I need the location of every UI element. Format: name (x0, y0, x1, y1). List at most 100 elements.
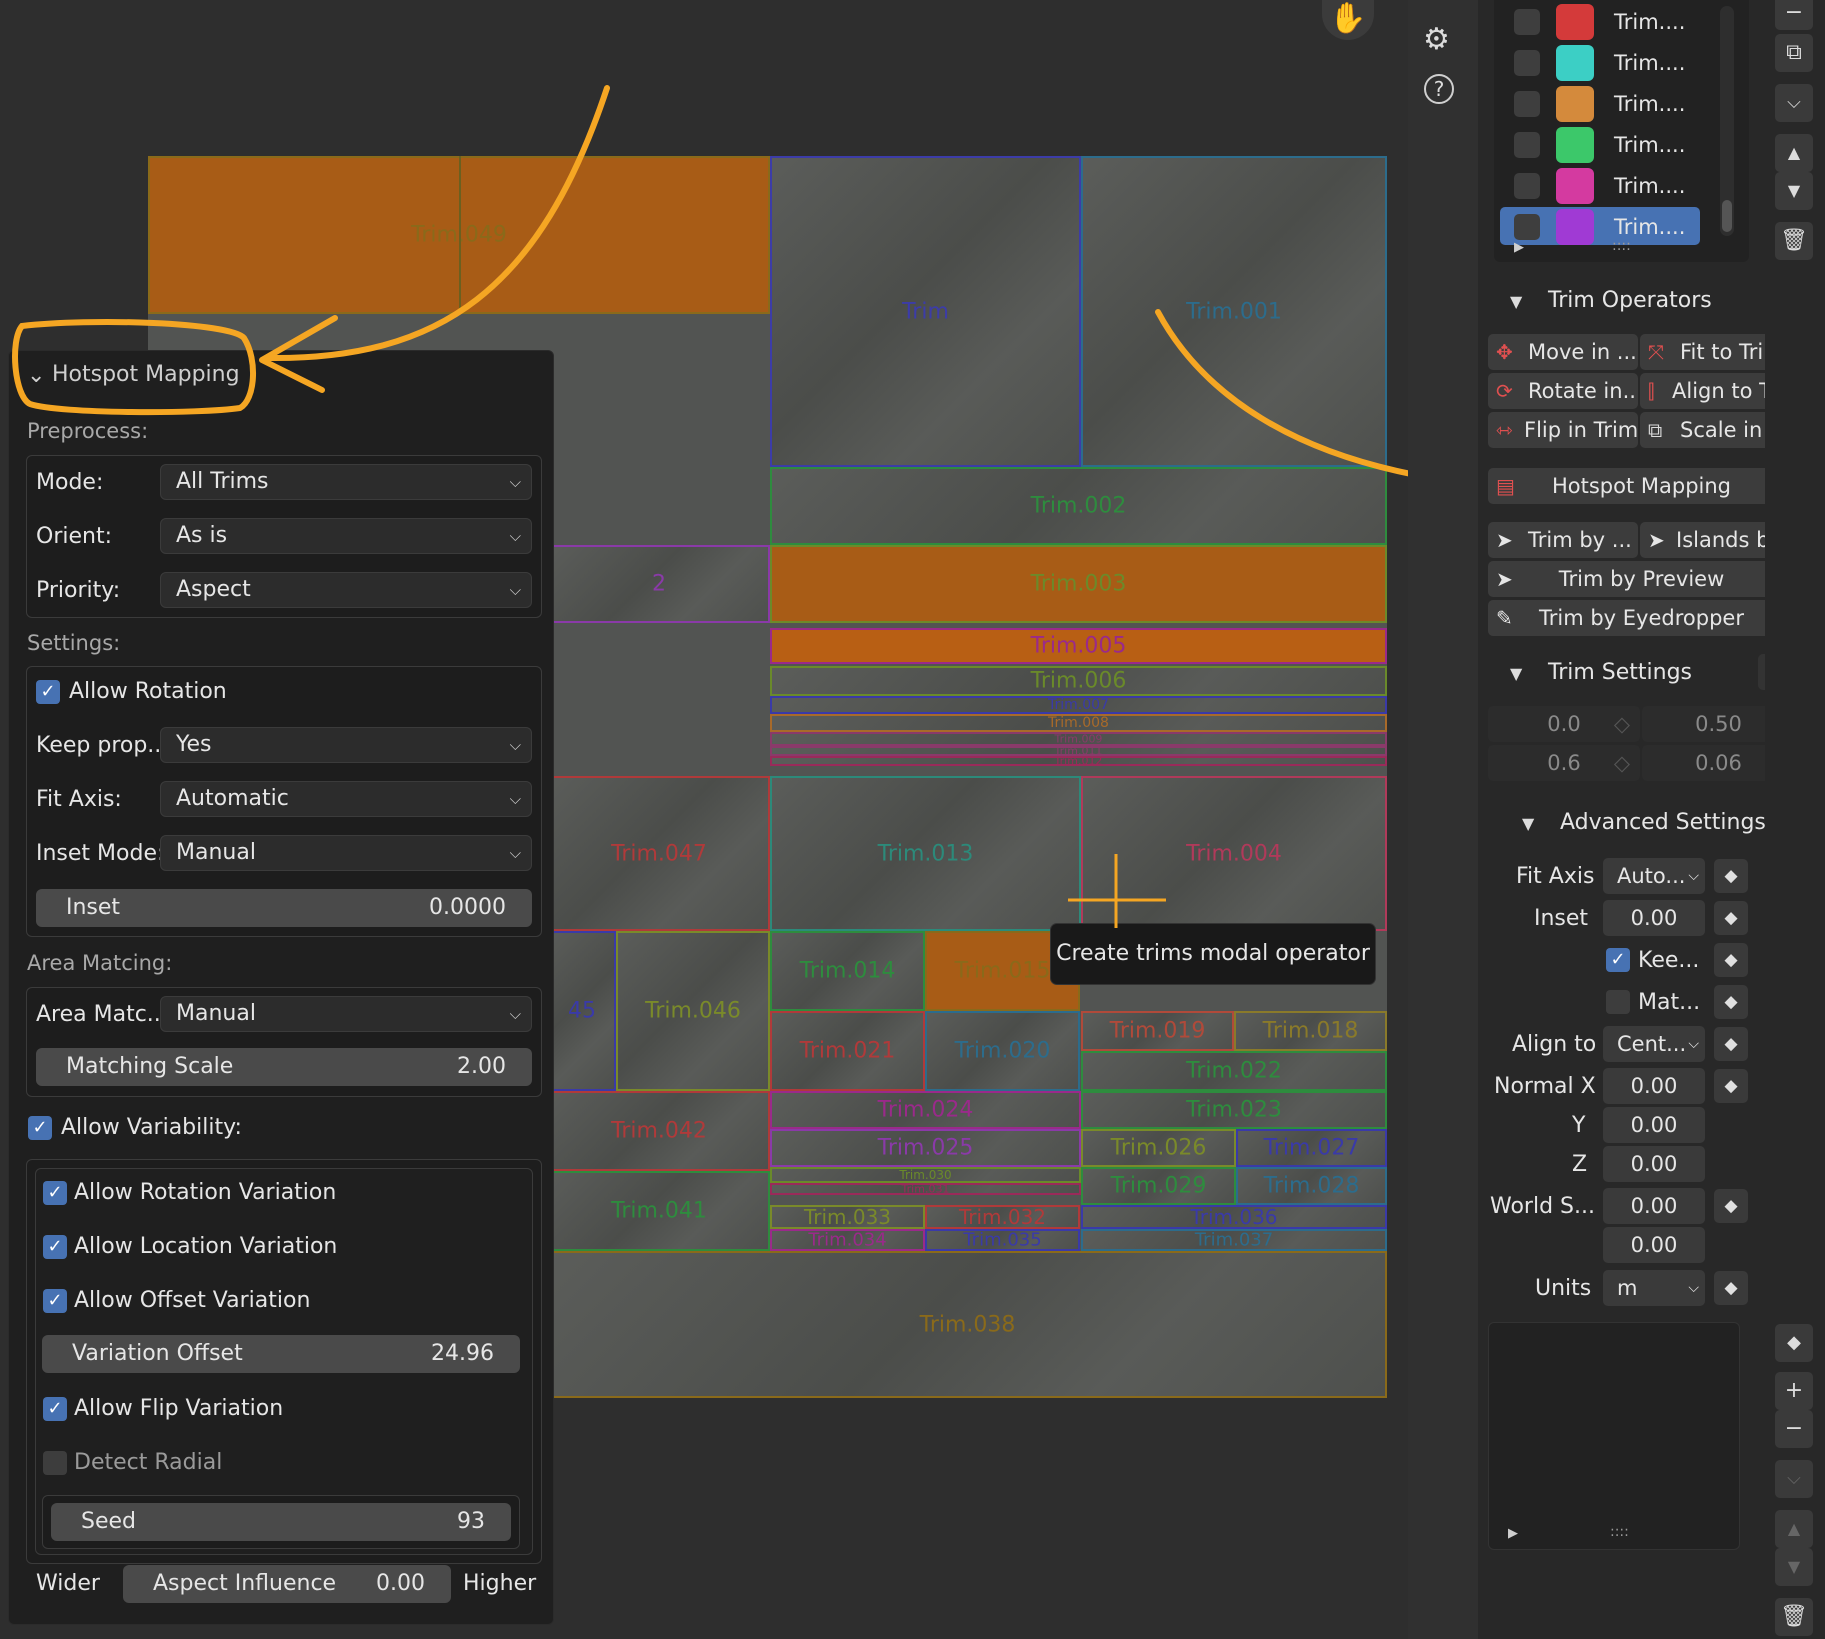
trim-rect[interactable]: Trim.009 (770, 732, 1387, 746)
trim-rect[interactable]: Trim.029 (1081, 1167, 1236, 1205)
trim-rect[interactable]: Trim.001 (1081, 156, 1387, 467)
trim-by-eyedropper-button[interactable]: ✎ Trim by Eyedropper (1488, 600, 1795, 636)
move-up-icon[interactable]: ▲ (1775, 1510, 1813, 1548)
mode-dropdown[interactable]: All Trims ⌵ (160, 464, 532, 500)
triangle-down-icon[interactable]: ▼ (1522, 814, 1534, 833)
trim-visibility-checkbox[interactable] (1514, 214, 1540, 240)
trim-visibility-checkbox[interactable] (1514, 9, 1540, 35)
fit-axis-dropdown[interactable]: Auto... ⌵ (1603, 858, 1705, 894)
minus-button[interactable]: − (1775, 1410, 1813, 1448)
trim-rect[interactable]: Trim.022 (1081, 1051, 1387, 1091)
trash-icon[interactable]: 🗑 (1775, 1598, 1813, 1636)
trim-rect[interactable]: Trim.034 (770, 1229, 925, 1251)
triangle-down-icon[interactable]: ▼ (1510, 664, 1522, 683)
flip-variation-checkbox[interactable]: ✓ (43, 1397, 67, 1421)
inset-field[interactable]: Inset 0.0000 (36, 889, 532, 927)
trim-rect[interactable]: Trim.024 (770, 1091, 1081, 1129)
inset-field[interactable]: 0.00 (1603, 900, 1705, 936)
keyframe-diamond-icon[interactable]: ◆ (1714, 1027, 1748, 1061)
trim-rect[interactable]: Trim.004 (1081, 776, 1387, 931)
trim-color-swatch[interactable] (1556, 209, 1594, 245)
trim-rect[interactable]: Trim.023 (1081, 1091, 1387, 1129)
expand-triangle-icon[interactable]: ▶ (1514, 240, 1524, 255)
allow-variability-checkbox[interactable]: ✓ (28, 1116, 52, 1140)
trim-color-swatch[interactable] (1556, 45, 1594, 81)
world-scale-field-2[interactable]: 0.00 (1603, 1227, 1705, 1263)
trim-rect[interactable]: 2 (548, 545, 770, 623)
variation-offset-field[interactable]: Variation Offset 24.96 (42, 1335, 520, 1373)
trim-list-item-label[interactable]: Trim.... (1614, 10, 1685, 34)
gear-icon[interactable]: ⚙ (1423, 22, 1450, 57)
keyframe-diamond-icon[interactable]: ◆ (1714, 943, 1748, 977)
rotation-variation-checkbox[interactable]: ✓ (43, 1181, 67, 1205)
resize-handle[interactable]: :::: (1610, 1524, 1629, 1540)
trim-color-swatch[interactable] (1556, 168, 1594, 204)
trim-rect[interactable]: Trim (770, 156, 1081, 467)
plus-button[interactable]: + (1775, 1372, 1813, 1410)
trim-rect[interactable]: Trim.020 (925, 1011, 1080, 1091)
scrollbar-thumb[interactable] (1722, 200, 1732, 232)
inset-mode-dropdown[interactable]: Manual ⌵ (160, 835, 532, 871)
fit-axis-dropdown[interactable]: Automatic ⌵ (160, 781, 532, 817)
priority-dropdown[interactable]: Aspect ⌵ (160, 572, 532, 608)
area-match-dropdown[interactable]: Manual ⌵ (160, 996, 532, 1032)
trim-rect[interactable]: Trim.003 (770, 545, 1387, 623)
trim-rect[interactable]: Trim.032 (925, 1205, 1080, 1229)
align-to-dropdown[interactable]: Cent... ⌵ (1603, 1026, 1705, 1062)
trim-settings-title[interactable]: Trim Settings (1548, 660, 1692, 685)
empty-list[interactable] (1488, 1322, 1740, 1550)
trim-rect[interactable]: Trim.012 (770, 756, 1387, 766)
trim-list-item-label[interactable]: Trim.... (1614, 92, 1685, 116)
minus-button[interactable]: − (1775, 0, 1813, 30)
trim-visibility-checkbox[interactable] (1514, 91, 1540, 117)
orient-dropdown[interactable]: As is ⌵ (160, 518, 532, 554)
flip-in-trim-button[interactable]: ⇿ Flip in Trim (1488, 412, 1638, 448)
keyframe-diamond-icon[interactable]: ◆ (1714, 1189, 1748, 1223)
trim-rect[interactable]: Trim.025 (770, 1129, 1081, 1167)
move-in-trim-button[interactable]: ✥ Move in ... (1488, 334, 1638, 370)
trim-color-swatch[interactable] (1556, 86, 1594, 122)
allow-rotation-checkbox[interactable]: ✓ (36, 680, 60, 704)
normal-z-field[interactable]: 0.00 (1603, 1146, 1705, 1182)
trim-setting-field[interactable]: 0.6 ◇ (1488, 745, 1640, 781)
trim-list-item-label[interactable]: Trim.... (1614, 133, 1685, 157)
move-down-icon[interactable]: ▼ (1775, 172, 1813, 210)
trim-rect[interactable]: Trim.026 (1081, 1129, 1236, 1167)
detect-radial-checkbox[interactable] (43, 1451, 67, 1475)
trim-rect[interactable]: Trim.018 (1234, 1011, 1387, 1051)
chevron-down-icon[interactable]: ⌵ (1775, 84, 1813, 122)
chevron-down-icon[interactable]: ⌵ (1775, 1460, 1813, 1498)
offset-variation-checkbox[interactable]: ✓ (43, 1289, 67, 1313)
world-scale-field-1[interactable]: 0.00 (1603, 1188, 1705, 1224)
trash-icon[interactable]: 🗑 (1775, 222, 1813, 260)
trim-list-item-label[interactable]: Trim.... (1614, 174, 1685, 198)
aspect-influence-field[interactable]: Aspect Influence 0.00 (123, 1565, 451, 1603)
expand-triangle-icon[interactable]: ▶ (1508, 1526, 1518, 1541)
trim-rect[interactable]: Trim.030 (770, 1167, 1081, 1183)
pan-hand-icon[interactable]: ✋ (1322, 0, 1374, 40)
move-down-icon[interactable]: ▼ (1775, 1548, 1813, 1586)
trim-color-swatch[interactable] (1556, 127, 1594, 163)
trim-rect[interactable]: Trim.007 (770, 696, 1387, 714)
collapse-chevron-icon[interactable]: ⌄ (27, 363, 45, 388)
units-dropdown[interactable]: m ⌵ (1603, 1270, 1705, 1306)
trim-visibility-checkbox[interactable] (1514, 173, 1540, 199)
trim-list-item-label[interactable]: Trim.... (1614, 51, 1685, 75)
trim-rect[interactable]: 45 (548, 931, 616, 1091)
trim-rect[interactable]: Trim.002 (770, 467, 1387, 545)
trim-rect[interactable]: Trim.041 (548, 1171, 770, 1251)
help-icon[interactable]: ? (1424, 74, 1454, 104)
trim-rect[interactable]: Trim.031 (770, 1183, 1081, 1195)
normal-y-field[interactable]: 0.00 (1603, 1107, 1705, 1143)
trim-rect[interactable]: Trim.027 (1236, 1129, 1387, 1167)
keyframe-diamond-icon[interactable]: ◆ (1714, 985, 1748, 1019)
uv-editor-viewport[interactable]: Trim.049TrimTrim.001Trim.002Trim.003Trim… (0, 0, 1408, 1639)
keyframe-diamond-icon[interactable]: ◆ (1714, 901, 1748, 935)
trim-visibility-checkbox[interactable] (1514, 132, 1540, 158)
triangle-down-icon[interactable]: ▼ (1510, 292, 1522, 311)
panel-title[interactable]: Hotspot Mapping (52, 362, 240, 387)
trim-color-swatch[interactable] (1556, 4, 1594, 40)
trim-rect[interactable]: Trim.035 (925, 1229, 1080, 1251)
trim-rect[interactable]: Trim.042 (548, 1091, 770, 1171)
trim-list-item-label[interactable]: Trim.... (1614, 215, 1685, 239)
